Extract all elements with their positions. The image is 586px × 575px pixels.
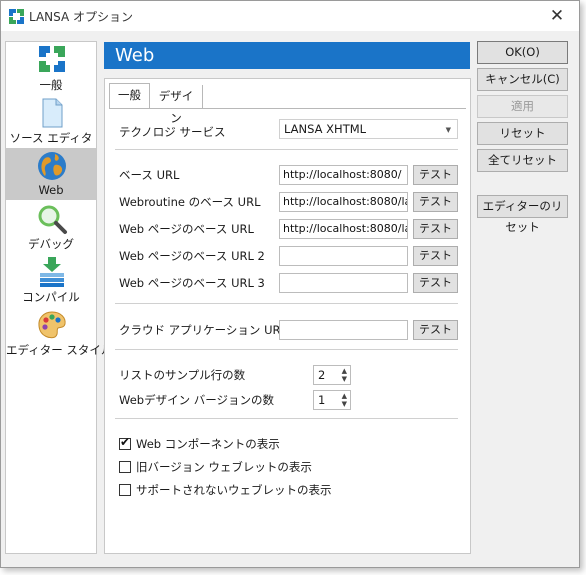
sidebar-item-source-editor[interactable]: ソース エディタ	[6, 95, 96, 147]
title-bar: LANSA オプション ✕	[1, 1, 579, 31]
webroutine-url-test-button[interactable]: テスト	[413, 192, 458, 212]
palette-icon	[38, 311, 66, 339]
sidebar-item-debug[interactable]: デバッグ	[6, 201, 96, 253]
show-legacy-weblets-checkbox[interactable]: 旧バージョン ウェブレットの表示	[119, 459, 312, 475]
sidebar-item-general[interactable]: 一般	[6, 42, 96, 94]
design-versions-value: 1	[318, 393, 326, 407]
webpage-url-input[interactable]: http://localhost:8080/la	[279, 219, 408, 239]
webroutine-url-label: Webroutine のベース URL	[119, 195, 261, 209]
divider	[115, 303, 458, 304]
webpage-url-label: Web ページのベース URL	[119, 222, 254, 236]
editor-reset-button[interactable]: エディターのリセット	[477, 195, 568, 234]
ok-button[interactable]: OK(O)	[477, 41, 568, 64]
sidebar-item-label: 一般	[39, 78, 63, 92]
webpage-url3-test-button[interactable]: テスト	[413, 273, 458, 293]
sidebar-item-label: コンパイル	[22, 290, 80, 304]
reset-all-button[interactable]: 全てリセット	[477, 149, 568, 172]
webpage-url3-label: Web ページのベース URL 3	[119, 276, 265, 290]
checkbox-checked-icon[interactable]: ✔	[119, 435, 131, 450]
stepper-arrows-icon[interactable]: ▲ ▼	[342, 392, 347, 408]
sidebar-item-label: Web	[38, 183, 64, 197]
sidebar-item-editor-style[interactable]: エディター スタイル	[6, 307, 113, 359]
close-icon[interactable]: ✕	[547, 6, 567, 26]
sidebar-item-label: デバッグ	[28, 237, 74, 251]
sample-rows-value: 2	[318, 368, 326, 382]
window-title: LANSA オプション	[29, 10, 134, 24]
base-url-label: ベース URL	[119, 168, 180, 182]
webpage-url2-input[interactable]	[279, 246, 408, 266]
tab-general[interactable]: 一般	[109, 83, 150, 109]
base-url-input[interactable]: http://localhost:8080/	[279, 165, 408, 185]
cloud-url-input[interactable]	[279, 320, 408, 340]
stepper-arrows-icon[interactable]: ▲ ▼	[342, 367, 347, 383]
reset-button[interactable]: リセット	[477, 122, 568, 145]
checkbox-label: 旧バージョン ウェブレットの表示	[136, 460, 312, 474]
magnifier-icon	[38, 205, 67, 234]
lansa-logo-icon	[9, 9, 24, 24]
divider	[115, 418, 458, 419]
checkbox-label: サポートされないウェブレットの表示	[136, 483, 332, 497]
base-url-test-button[interactable]: テスト	[413, 165, 458, 185]
document-icon	[42, 98, 63, 128]
cloud-url-test-button[interactable]: テスト	[413, 320, 458, 340]
checkbox-unchecked-icon[interactable]	[119, 461, 131, 473]
sidebar-item-label: ソース エディタ	[9, 131, 93, 145]
design-versions-stepper[interactable]: 1 ▲ ▼	[313, 390, 351, 410]
chevron-down-icon: ▼	[445, 126, 451, 134]
webpage-url2-test-button[interactable]: テスト	[413, 246, 458, 266]
tab-design[interactable]: デザイン	[150, 85, 203, 125]
category-sidebar: 一般 ソース エディタ Web デバッグ コンパイル エディター スタイル	[5, 41, 113, 554]
design-versions-label: Webデザイン バージョンの数	[119, 393, 274, 407]
cancel-button[interactable]: キャンセル(C)	[477, 68, 568, 91]
divider	[115, 349, 458, 350]
tech-service-dropdown[interactable]: LANSA XHTML ▼	[279, 119, 458, 139]
webpage-url-test-button[interactable]: テスト	[413, 219, 458, 239]
page-title: Web	[104, 42, 470, 69]
webpage-url2-label: Web ページのベース URL 2	[119, 249, 265, 263]
compile-icon	[40, 257, 64, 287]
checkbox-unchecked-icon[interactable]	[119, 484, 131, 496]
show-unsupported-weblets-checkbox[interactable]: サポートされないウェブレットの表示	[119, 482, 332, 498]
globe-icon	[38, 152, 66, 180]
sidebar-item-label: エディター スタイル	[6, 343, 113, 357]
cloud-url-label: クラウド アプリケーション URL	[119, 323, 287, 337]
tech-service-value: LANSA XHTML	[284, 122, 367, 136]
show-web-components-checkbox[interactable]: ✔ Web コンポーネントの表示	[119, 435, 280, 452]
tab-pane: 一般 デザイン テクノロジ サービス LANSA XHTML ▼ ベース URL…	[104, 78, 471, 554]
sidebar-item-compile[interactable]: コンパイル	[6, 254, 96, 306]
sample-rows-label: リストのサンプル行の数	[119, 368, 246, 382]
divider	[115, 149, 458, 150]
sample-rows-stepper[interactable]: 2 ▲ ▼	[313, 365, 351, 385]
general-icon	[39, 46, 65, 72]
sidebar-item-web[interactable]: Web	[6, 148, 96, 200]
checkbox-label: Web コンポーネントの表示	[136, 437, 280, 451]
webpage-url3-input[interactable]	[279, 273, 408, 293]
tech-service-label: テクノロジ サービス	[119, 125, 226, 139]
tab-divider	[109, 108, 466, 109]
webroutine-url-input[interactable]: http://localhost:8080/la	[279, 192, 408, 212]
options-dialog: LANSA オプション ✕ 一般 ソース エディタ Web デバッグ コンパイル…	[0, 0, 580, 568]
apply-button: 適用	[477, 95, 568, 118]
